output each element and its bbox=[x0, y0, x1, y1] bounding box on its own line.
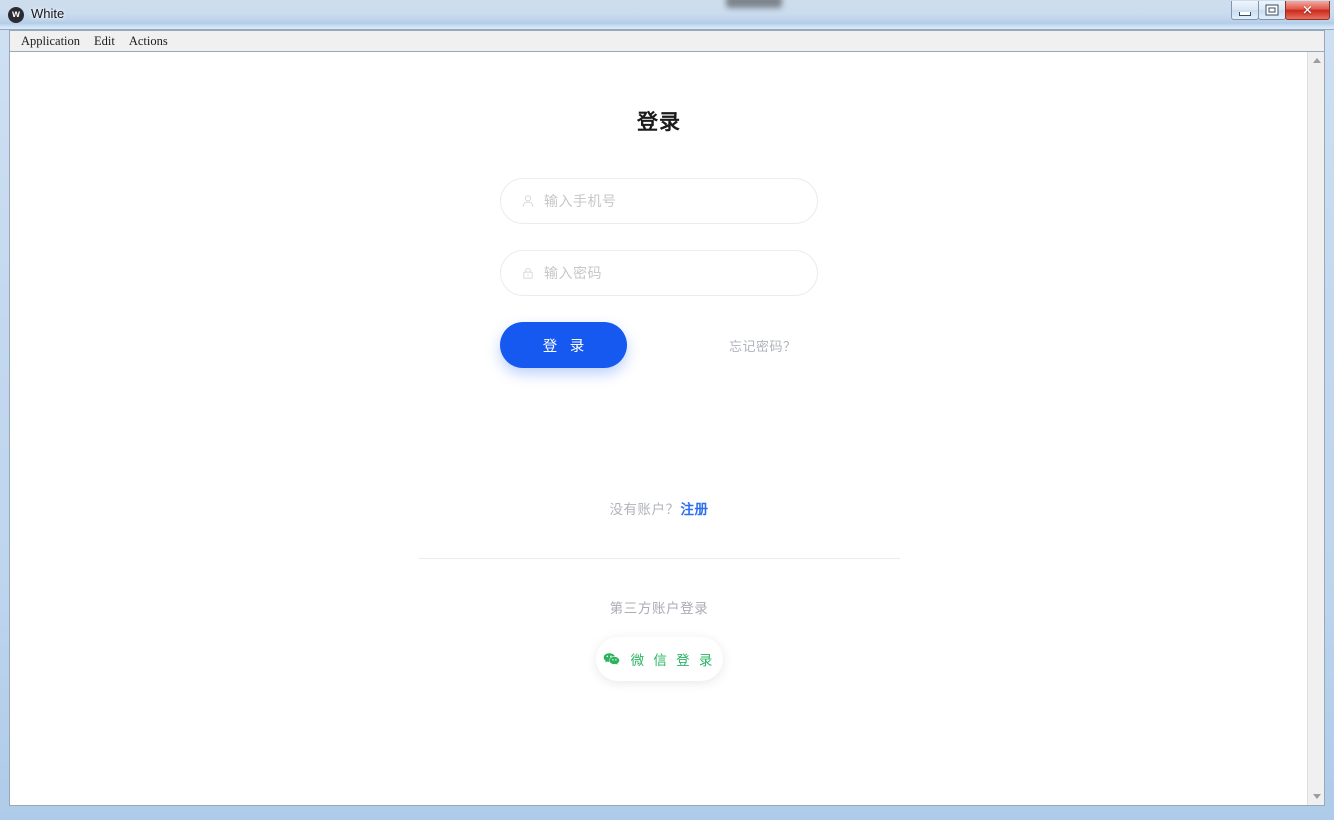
user-icon bbox=[521, 194, 535, 208]
menu-item-application[interactable]: Application bbox=[14, 32, 87, 51]
chevron-up-icon bbox=[1312, 58, 1321, 63]
window-controls: ✕ bbox=[1231, 1, 1330, 20]
login-content: 登录 输入手机号 输入密码 登 录 忘记密码？ 没有账户？注册 第三方账户登录 … bbox=[10, 52, 1308, 681]
login-page: 登录 输入手机号 输入密码 登 录 忘记密码？ 没有账户？注册 第三方账户登录 … bbox=[10, 52, 1308, 805]
login-submit-button[interactable]: 登 录 bbox=[500, 322, 627, 368]
maximize-button[interactable] bbox=[1258, 1, 1286, 20]
application-window: w White ✕ Application Edit Actions 登录 输入… bbox=[0, 0, 1334, 820]
menu-bar: Application Edit Actions bbox=[9, 30, 1325, 51]
title-bar[interactable]: w White ✕ bbox=[0, 0, 1334, 30]
menu-item-edit[interactable]: Edit bbox=[87, 32, 122, 51]
third-party-label: 第三方账户登录 bbox=[609, 601, 709, 617]
window-title: White bbox=[31, 6, 65, 21]
forgot-password-link[interactable]: 忘记密码？ bbox=[729, 336, 797, 355]
chevron-down-icon bbox=[1312, 794, 1321, 799]
phone-placeholder: 输入手机号 bbox=[544, 194, 617, 210]
menu-item-actions[interactable]: Actions bbox=[122, 32, 175, 51]
minimize-button[interactable] bbox=[1231, 1, 1259, 20]
phone-field[interactable]: 输入手机号 bbox=[500, 178, 818, 224]
section-divider bbox=[418, 558, 900, 559]
wechat-icon bbox=[603, 652, 620, 667]
titlebar-artifact bbox=[726, 0, 782, 8]
close-icon: ✕ bbox=[1302, 2, 1313, 18]
wechat-login-button[interactable]: 微 信 登 录 bbox=[595, 637, 723, 681]
register-row: 没有账户？注册 bbox=[610, 498, 709, 518]
app-icon: w bbox=[8, 7, 24, 23]
password-field[interactable]: 输入密码 bbox=[500, 250, 818, 296]
wechat-login-label: 微 信 登 录 bbox=[630, 653, 715, 669]
login-action-row: 登 录 忘记密码？ bbox=[500, 322, 818, 368]
lock-icon bbox=[521, 266, 535, 280]
maximize-icon bbox=[1265, 4, 1279, 16]
register-prompt-text: 没有账户？ bbox=[609, 502, 680, 518]
register-link[interactable]: 注册 bbox=[681, 502, 709, 518]
client-area: 登录 输入手机号 输入密码 登 录 忘记密码？ 没有账户？注册 第三方账户登录 … bbox=[9, 51, 1325, 806]
scroll-down-button[interactable] bbox=[1308, 788, 1324, 805]
page-title: 登录 bbox=[637, 110, 681, 134]
password-placeholder: 输入密码 bbox=[544, 266, 602, 282]
scroll-up-button[interactable] bbox=[1308, 52, 1324, 69]
close-button[interactable]: ✕ bbox=[1285, 1, 1330, 20]
minimize-icon bbox=[1239, 12, 1251, 17]
titlebar-gloss bbox=[0, 0, 1334, 13]
vertical-scrollbar[interactable] bbox=[1307, 52, 1324, 805]
